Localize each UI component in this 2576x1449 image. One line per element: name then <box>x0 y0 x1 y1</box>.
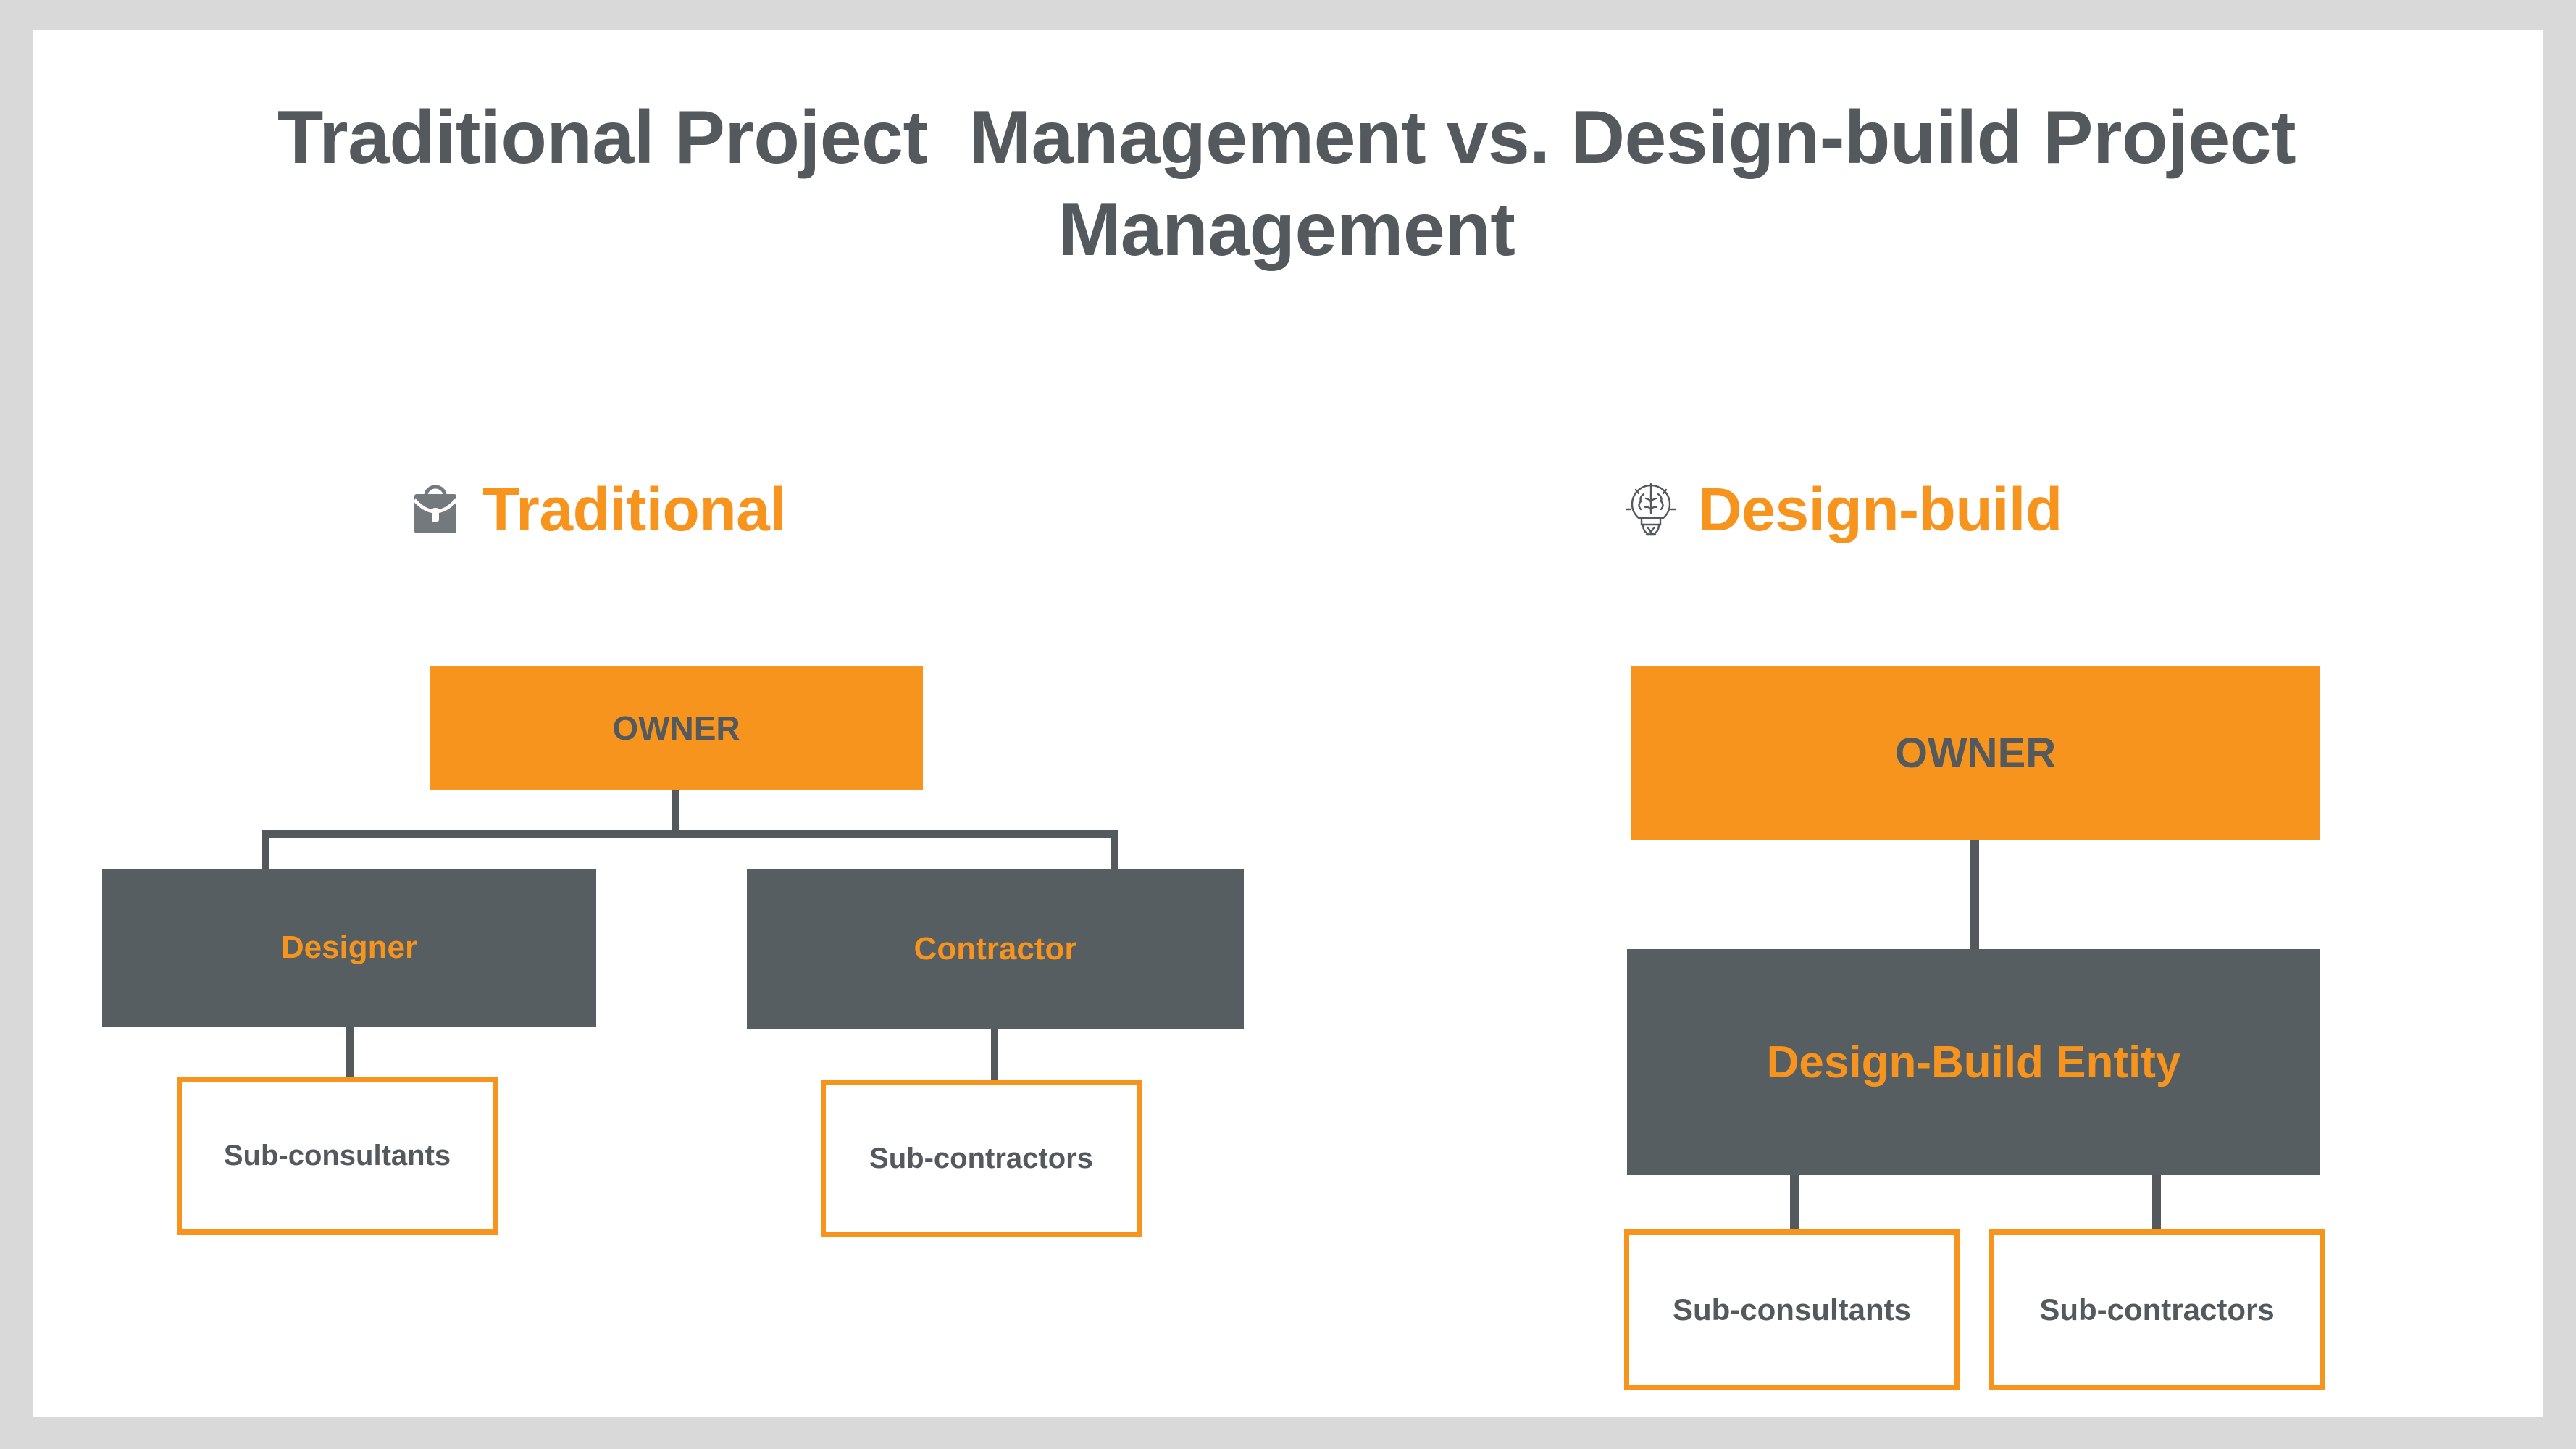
connector-designer-to-sub-consultants <box>346 1027 354 1079</box>
node-design-build-sub-contractors: Sub-contractors <box>1989 1229 2325 1390</box>
briefcase-icon <box>404 478 467 540</box>
node-traditional-contractor: Contractor <box>747 869 1244 1029</box>
connector-owner-to-designer <box>262 830 269 872</box>
column-header-traditional: Traditional <box>404 475 787 543</box>
page-title: Traditional Project Management vs. Desig… <box>277 96 2317 272</box>
slide-frame: Traditional Project Management vs. Desig… <box>0 0 2576 1449</box>
connector-contractor-to-sub-contractors <box>991 1029 998 1081</box>
connector-entity-to-sub-contractors <box>2152 1175 2161 1232</box>
connector-owner-rail <box>262 830 1118 838</box>
node-traditional-designer: Designer <box>102 869 596 1027</box>
connector-owner-to-entity <box>1970 840 1979 952</box>
slide-canvas: Traditional Project Management vs. Desig… <box>33 30 2543 1417</box>
connector-owner-stub <box>672 790 679 835</box>
node-design-build-owner: OWNER <box>1631 666 2320 840</box>
column-header-design-build: Design-build <box>1620 478 2062 540</box>
node-design-build-sub-consultants: Sub-consultants <box>1624 1229 1960 1390</box>
brain-lightbulb-icon <box>1620 478 1682 540</box>
column-header-label: Design-build <box>1698 475 2062 543</box>
node-traditional-sub-consultants: Sub-consultants <box>177 1077 498 1235</box>
node-traditional-sub-contractors: Sub-contractors <box>821 1080 1142 1237</box>
connector-entity-to-sub-consultants <box>1790 1175 1799 1232</box>
column-header-label: Traditional <box>482 475 787 543</box>
node-design-build-entity: Design-Build Entity <box>1627 949 2320 1175</box>
node-traditional-owner: OWNER <box>430 666 923 790</box>
connector-owner-to-contractor <box>1111 830 1118 872</box>
